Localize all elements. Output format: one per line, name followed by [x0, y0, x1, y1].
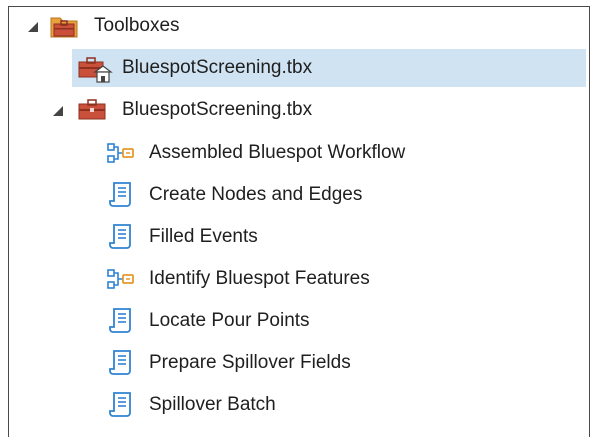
script-tool-icon	[109, 392, 131, 417]
toolboxes-folder-icon	[50, 17, 78, 38]
home-toolbox-icon	[78, 57, 113, 83]
model-tool-icon	[107, 143, 134, 163]
tree-label-tool: Locate Pour Points	[149, 310, 310, 331]
tree-label-tool: Identify Bluespot Features	[149, 268, 370, 289]
catalog-tree-panel: Toolboxes BluespotScreening.tbx Bluespot…	[8, 6, 590, 437]
script-tool-icon	[109, 224, 131, 249]
collapse-caret-icon[interactable]	[52, 105, 64, 117]
tree-label-tool: Create Nodes and Edges	[149, 184, 363, 205]
script-tool-icon	[109, 182, 131, 207]
tree-label-tool: Assembled Bluespot Workflow	[149, 142, 406, 163]
toolbox-icon	[78, 99, 106, 120]
tree-label-home-toolbox: BluespotScreening.tbx	[122, 57, 313, 78]
tree-label-tool: Prepare Spillover Fields	[149, 352, 351, 373]
tree-label-toolbox: BluespotScreening.tbx	[122, 99, 313, 120]
model-tool-icon	[107, 269, 134, 289]
script-tool-icon	[109, 308, 131, 333]
tree-label-toolboxes: Toolboxes	[94, 15, 180, 36]
script-tool-icon	[109, 350, 131, 375]
collapse-caret-icon[interactable]	[27, 21, 39, 33]
tree-label-tool: Filled Events	[149, 226, 258, 247]
tree-label-tool: Spillover Batch	[149, 394, 276, 415]
